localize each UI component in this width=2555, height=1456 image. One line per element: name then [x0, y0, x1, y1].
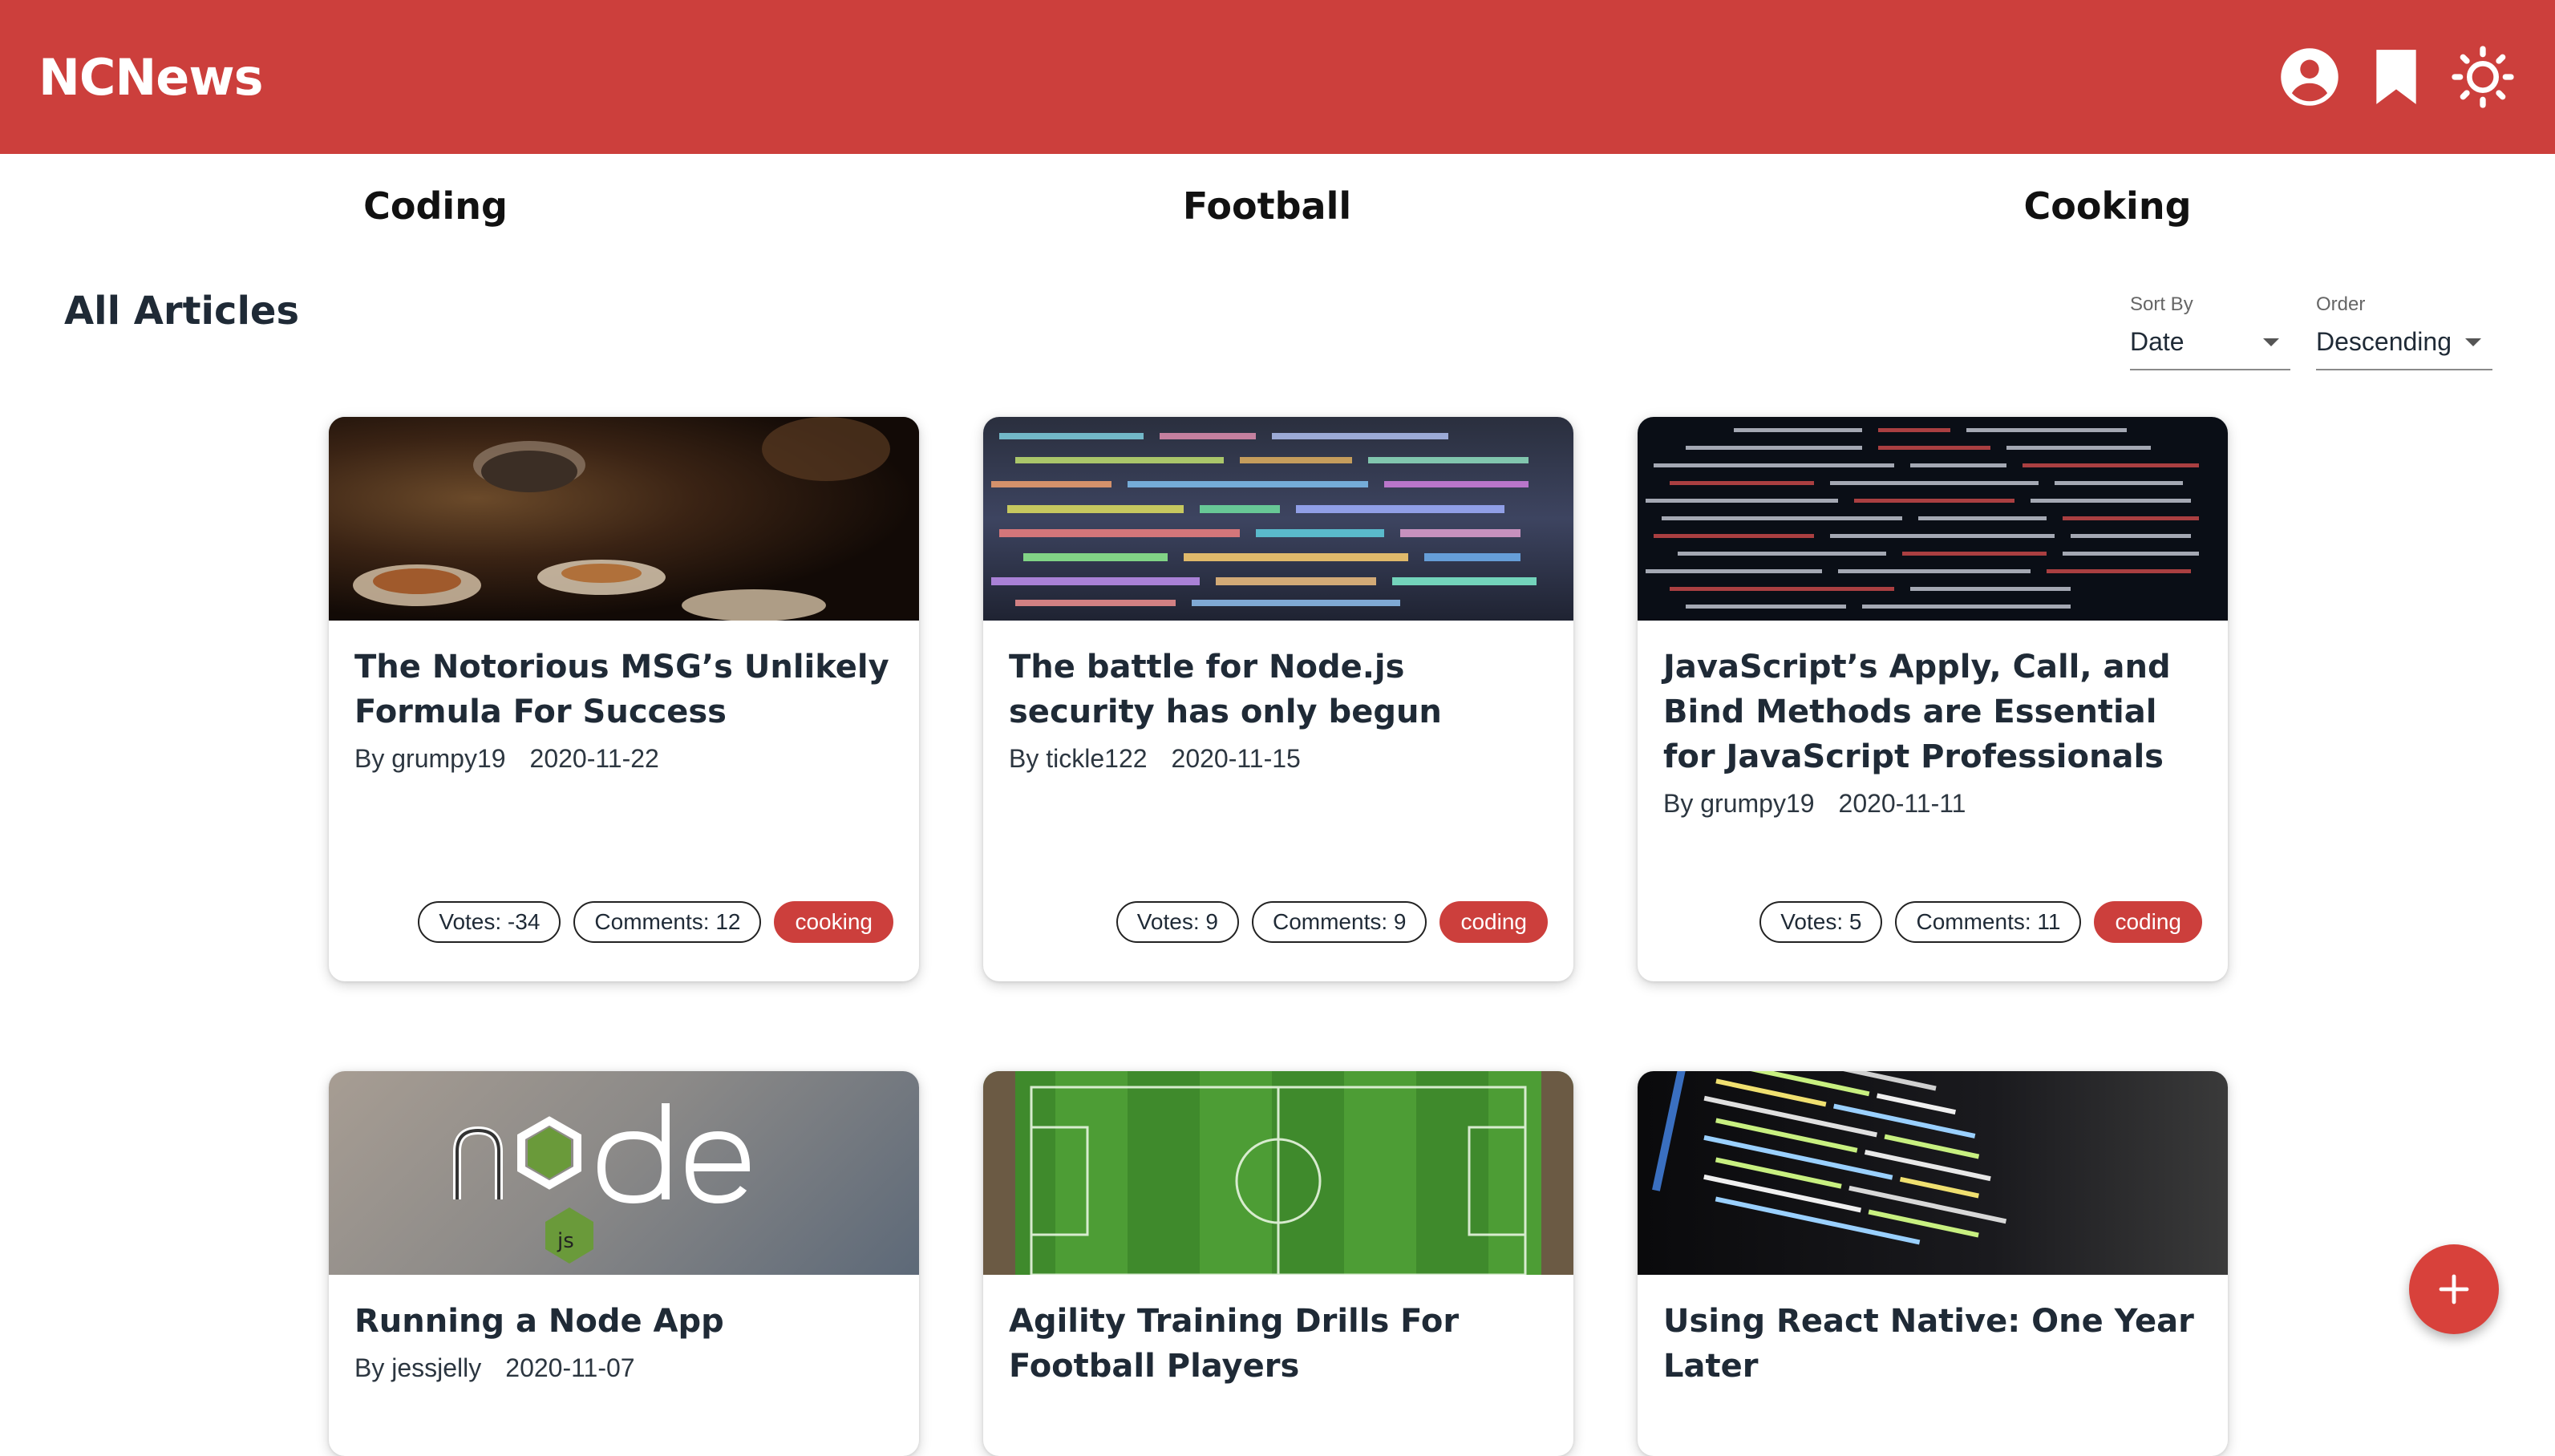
- football-pitch-icon: [983, 1071, 1573, 1275]
- order-value: Descending: [2316, 327, 2452, 356]
- article-image: [1638, 417, 2228, 621]
- article-title[interactable]: Running a Node App: [354, 1299, 893, 1344]
- article-author: By tickle122: [1009, 744, 1148, 773]
- article-stats: Votes: -34 Comments: 12 cooking: [418, 901, 893, 943]
- article-body: The Notorious MSG’s Unlikely Formula For…: [329, 621, 919, 774]
- brightness-icon: [2452, 46, 2514, 108]
- votes-chip: Votes: 5: [1759, 901, 1883, 943]
- code-screen-icon: [1646, 428, 2199, 609]
- article-card[interactable]: Using React Native: One Year Later: [1638, 1071, 2228, 1456]
- article-image: [1638, 1071, 2228, 1275]
- plus-icon: [2439, 1274, 2469, 1304]
- article-body: Running a Node App By jessjelly 2020-11-0…: [329, 1275, 919, 1383]
- votes-chip: Votes: -34: [418, 901, 561, 943]
- article-author: By jessjelly: [354, 1353, 482, 1382]
- bookmark-icon: [2376, 50, 2416, 104]
- article-image: [983, 1071, 1573, 1275]
- theme-toggle-button[interactable]: [2451, 45, 2515, 109]
- article-card[interactable]: JavaScript’s Apply, Call, and Bind Metho…: [1638, 417, 2228, 981]
- chevron-down-icon: [2263, 338, 2279, 346]
- article-meta: By tickle122 2020-11-15: [1009, 744, 1548, 774]
- article-title[interactable]: Using React Native: One Year Later: [1663, 1299, 2202, 1389]
- topic-chip[interactable]: coding: [1439, 901, 1548, 943]
- article-card[interactable]: The Notorious MSG’s Unlikely Formula For…: [329, 417, 919, 981]
- article-meta: By grumpy19 2020-11-22: [354, 744, 893, 774]
- nodejs-logo-icon: js: [453, 1103, 751, 1264]
- article-body: The battle for Node.js security has only…: [983, 621, 1573, 774]
- account-button[interactable]: [2278, 45, 2342, 109]
- article-image: js: [329, 1071, 919, 1275]
- bookmarks-button[interactable]: [2364, 45, 2428, 109]
- app-header: NCNews: [0, 0, 2555, 154]
- article-date: 2020-11-07: [505, 1353, 635, 1382]
- header-actions: [2278, 45, 2515, 109]
- article-date: 2020-11-22: [529, 744, 659, 773]
- article-stats: Votes: 5 Comments: 11 coding: [1759, 901, 2202, 943]
- topic-chip[interactable]: cooking: [774, 901, 893, 943]
- article-stats: Votes: 9 Comments: 9 coding: [1116, 901, 1548, 943]
- brand-logo[interactable]: NCNews: [38, 48, 264, 107]
- article-title[interactable]: The Notorious MSG’s Unlikely Formula For…: [354, 645, 893, 734]
- sort-by-value: Date: [2130, 327, 2185, 356]
- chevron-down-icon: [2465, 338, 2481, 346]
- article-card[interactable]: The battle for Node.js security has only…: [983, 417, 1573, 981]
- svg-text:js: js: [557, 1229, 574, 1253]
- tab-coding[interactable]: Coding: [363, 184, 508, 228]
- votes-chip: Votes: 9: [1116, 901, 1239, 943]
- article-card[interactable]: js Running a Node App By jessjelly 2020-1…: [329, 1071, 919, 1456]
- sort-by-select[interactable]: Sort By Date: [2130, 293, 2290, 370]
- article-body: Agility Training Drills For Football Pla…: [983, 1275, 1573, 1389]
- article-image: [329, 417, 919, 621]
- tab-football[interactable]: Football: [1183, 184, 1351, 228]
- cooking-photo-icon: [353, 417, 890, 621]
- tab-cooking[interactable]: Cooking: [2024, 184, 2192, 228]
- order-select[interactable]: Order Descending: [2316, 293, 2492, 370]
- page-title: All Articles: [64, 289, 300, 334]
- article-card[interactable]: Agility Training Drills For Football Pla…: [983, 1071, 1573, 1456]
- article-meta: By grumpy19 2020-11-11: [1663, 789, 2202, 819]
- code-screen-icon: [991, 433, 1537, 606]
- article-body: JavaScript’s Apply, Call, and Bind Metho…: [1638, 621, 2228, 819]
- article-title[interactable]: The battle for Node.js security has only…: [1009, 645, 1548, 734]
- article-date: 2020-11-15: [1171, 744, 1301, 773]
- sort-by-label: Sort By: [2130, 293, 2193, 315]
- topic-tabs: Coding Football Cooking: [0, 184, 2555, 249]
- topic-chip[interactable]: coding: [2094, 901, 2202, 943]
- article-meta: By jessjelly 2020-11-07: [354, 1353, 893, 1383]
- article-author: By grumpy19: [354, 744, 506, 773]
- add-article-button[interactable]: [2409, 1244, 2499, 1334]
- order-label: Order: [2316, 293, 2366, 315]
- article-author: By grumpy19: [1663, 789, 1815, 818]
- article-title[interactable]: Agility Training Drills For Football Pla…: [1009, 1299, 1548, 1389]
- account-circle-icon: [2281, 48, 2338, 106]
- comments-chip: Comments: 12: [573, 901, 762, 943]
- code-editor-icon: [1652, 1071, 2007, 1245]
- article-date: 2020-11-11: [1838, 789, 1966, 818]
- article-image: [983, 417, 1573, 621]
- comments-chip: Comments: 11: [1895, 901, 2082, 943]
- comments-chip: Comments: 9: [1251, 901, 1427, 943]
- article-title[interactable]: JavaScript’s Apply, Call, and Bind Metho…: [1663, 645, 2202, 779]
- article-body: Using React Native: One Year Later: [1638, 1275, 2228, 1389]
